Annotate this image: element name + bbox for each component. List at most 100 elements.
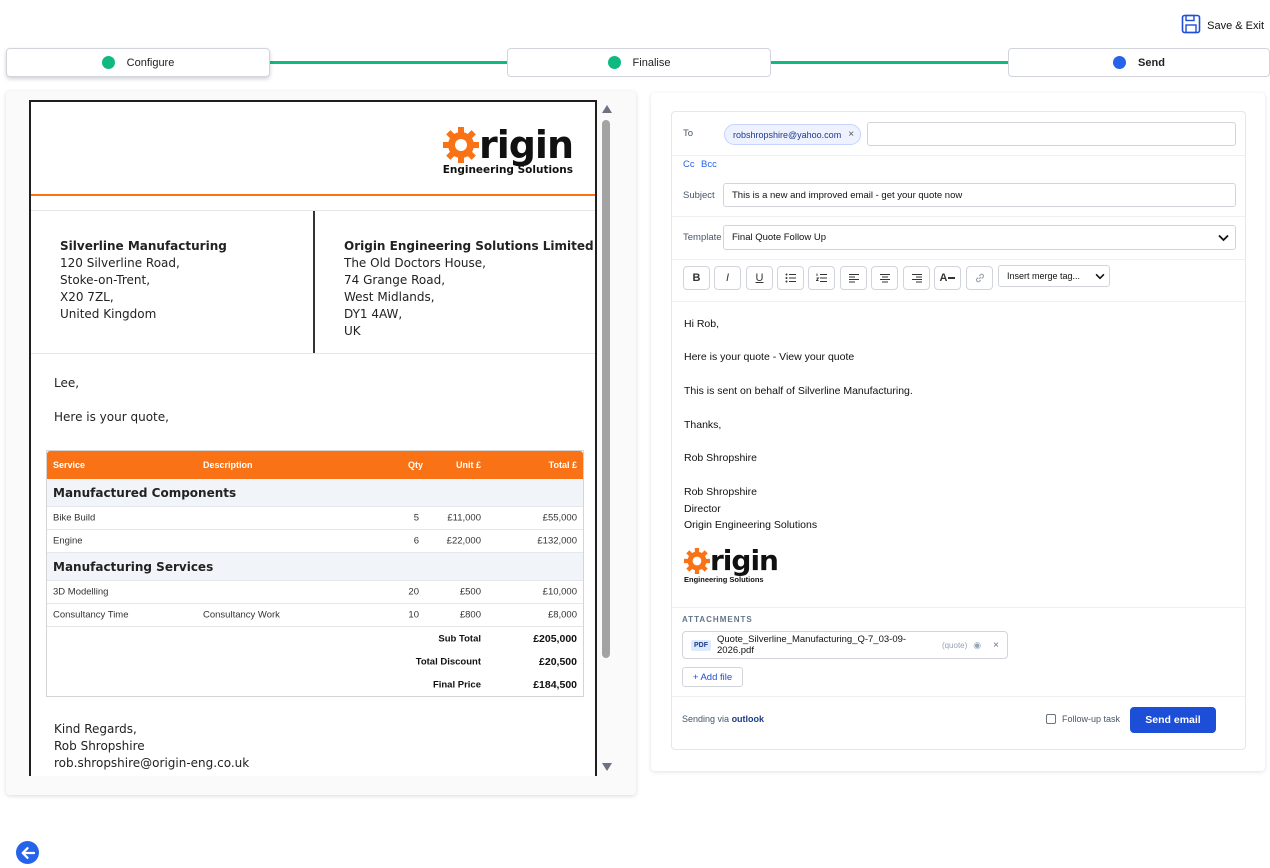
- recipient-chip[interactable]: robshropshire@yahoo.com ×: [724, 124, 862, 145]
- step-status-dot: [1113, 56, 1127, 69]
- cell-qty: 5: [413, 512, 419, 524]
- align-center-button[interactable]: [871, 266, 898, 290]
- underline-button[interactable]: U: [746, 266, 773, 290]
- total-label: Total Discount: [415, 656, 481, 667]
- body-line: Rob Shropshire: [684, 486, 757, 498]
- attachment-item[interactable]: PDF Quote_Silverline_Manufacturing_Q-7_0…: [682, 631, 1008, 659]
- cell-service: Engine: [53, 535, 83, 547]
- sending-via-provider: outlook: [731, 714, 765, 724]
- back-button[interactable]: [16, 841, 39, 864]
- logo-word: rigin: [710, 544, 779, 577]
- sign-off-line: rob.shropshire@origin-eng.co.uk: [54, 756, 250, 770]
- step-connector: [771, 61, 1008, 64]
- subject-input[interactable]: This is a new and improved email - get y…: [723, 183, 1236, 207]
- greeting: Lee,: [54, 376, 80, 390]
- bullet-list-button[interactable]: [777, 266, 804, 290]
- cell-unit: £11,000: [447, 512, 481, 524]
- address-line: DY1 4AW,: [344, 307, 403, 321]
- table-header: Service Description Qty Unit £ Total £: [47, 451, 583, 479]
- subject-value: This is a new and improved email - get y…: [732, 189, 963, 201]
- step-status-dot: [101, 56, 115, 69]
- sending-via: Sending via outlook: [682, 714, 764, 724]
- followup-checkbox[interactable]: [1046, 714, 1056, 724]
- email-card: To robshropshire@yahoo.com × Cc Bcc Subj…: [671, 111, 1246, 750]
- followup-label: Follow-up task: [1062, 714, 1121, 724]
- recipient-email: robshropshire@yahoo.com: [733, 129, 842, 140]
- subject-label: Subject: [683, 190, 715, 201]
- template-select[interactable]: Final Quote Follow Up: [723, 225, 1236, 250]
- cell-total: £8,000: [547, 609, 577, 621]
- table-row: Consultancy Time Consultancy Work 10 £80…: [47, 604, 583, 627]
- col-description: Description: [203, 460, 253, 470]
- italic-button[interactable]: I: [714, 266, 741, 290]
- merge-tag-select[interactable]: Insert merge tag...: [998, 265, 1110, 287]
- link-icon: [975, 273, 984, 283]
- remove-attachment-icon[interactable]: ×: [993, 640, 999, 651]
- step-finalise[interactable]: Finalise: [507, 48, 771, 77]
- address-line: United Kingdom: [60, 307, 157, 321]
- preview-scrollbar[interactable]: [602, 105, 612, 771]
- sign-off-line: Rob Shropshire: [54, 739, 145, 753]
- eye-icon[interactable]: ◉: [973, 640, 981, 651]
- to-input[interactable]: [867, 122, 1236, 146]
- save-exit-button[interactable]: Save & Exit: [1181, 14, 1264, 37]
- remove-recipient-icon[interactable]: ×: [848, 129, 854, 140]
- cell-qty: 20: [408, 586, 419, 598]
- step-configure[interactable]: Configure: [6, 48, 270, 77]
- address-line: 120 Silverline Road,: [60, 256, 180, 270]
- link-button[interactable]: [966, 266, 993, 290]
- address-line: X20 7ZL,: [60, 290, 114, 304]
- to-address: Origin Engineering Solutions Limited The…: [344, 238, 594, 340]
- cell-total: £55,000: [542, 512, 577, 524]
- cell-total: £10,000: [542, 586, 577, 598]
- to-label: To: [683, 128, 694, 139]
- numbered-list-icon: [815, 273, 827, 282]
- table-row: 3D Modelling 20 £500 £10,000: [47, 581, 583, 604]
- cell-unit: £22,000: [446, 535, 481, 547]
- from-name: Silverline Manufacturing: [60, 239, 227, 253]
- quote-document: rigin Engineering Solutions Silverline M…: [29, 100, 597, 776]
- body-line: Hi Rob,: [684, 318, 720, 330]
- step-send[interactable]: Send: [1008, 48, 1270, 77]
- quote-preview-panel: rigin Engineering Solutions Silverline M…: [6, 91, 636, 795]
- body-line: Rob Shropshire: [684, 452, 757, 464]
- bullet-list-icon: [785, 273, 796, 283]
- divider: [31, 353, 595, 354]
- align-left-icon: [848, 274, 859, 283]
- numbered-list-button[interactable]: [808, 266, 835, 290]
- send-email-button[interactable]: Send email: [1130, 707, 1216, 733]
- bcc-link[interactable]: Bcc: [701, 159, 717, 170]
- arrow-left-icon: [21, 846, 35, 859]
- address-line: Stoke-on-Trent,: [60, 273, 151, 287]
- cc-link[interactable]: Cc: [683, 159, 695, 170]
- align-left-button[interactable]: [840, 266, 867, 290]
- align-right-icon: [911, 274, 922, 283]
- cell-unit: £800: [459, 609, 481, 621]
- table-row: Engine 6 £22,000 £132,000: [47, 530, 583, 553]
- address-line: UK: [344, 324, 361, 338]
- body-line: Origin Engineering Solutions: [684, 519, 818, 531]
- total-label: Final Price: [432, 679, 481, 690]
- company-logo: rigin Engineering Solutions: [443, 126, 574, 176]
- bold-button[interactable]: B: [683, 266, 710, 290]
- cell-qty: 6: [413, 535, 419, 547]
- add-file-button[interactable]: + Add file: [682, 667, 743, 687]
- section-title: Manufactured Components: [47, 479, 583, 507]
- intro-text: Here is your quote,: [54, 410, 169, 424]
- align-right-button[interactable]: [903, 266, 930, 290]
- email-composer-panel: To robshropshire@yahoo.com × Cc Bcc Subj…: [651, 93, 1265, 771]
- subtotal-row: Sub Total £205,000: [47, 627, 583, 650]
- align-center-icon: [879, 274, 890, 283]
- from-address: Silverline Manufacturing 120 Silverline …: [60, 238, 227, 323]
- scroll-up-arrow[interactable]: [602, 105, 612, 113]
- scroll-down-arrow[interactable]: [602, 763, 612, 771]
- save-exit-label: Save & Exit: [1207, 19, 1264, 32]
- gear-icon: [684, 548, 710, 574]
- text-color-button[interactable]: A: [934, 266, 961, 290]
- sign-off-line: Kind Regards,: [54, 722, 137, 736]
- divider: [672, 216, 1245, 217]
- col-total: Total £: [548, 460, 577, 470]
- scroll-thumb[interactable]: [602, 120, 610, 658]
- merge-tag-label: Insert merge tag...: [1007, 271, 1081, 281]
- divider: [672, 696, 1245, 697]
